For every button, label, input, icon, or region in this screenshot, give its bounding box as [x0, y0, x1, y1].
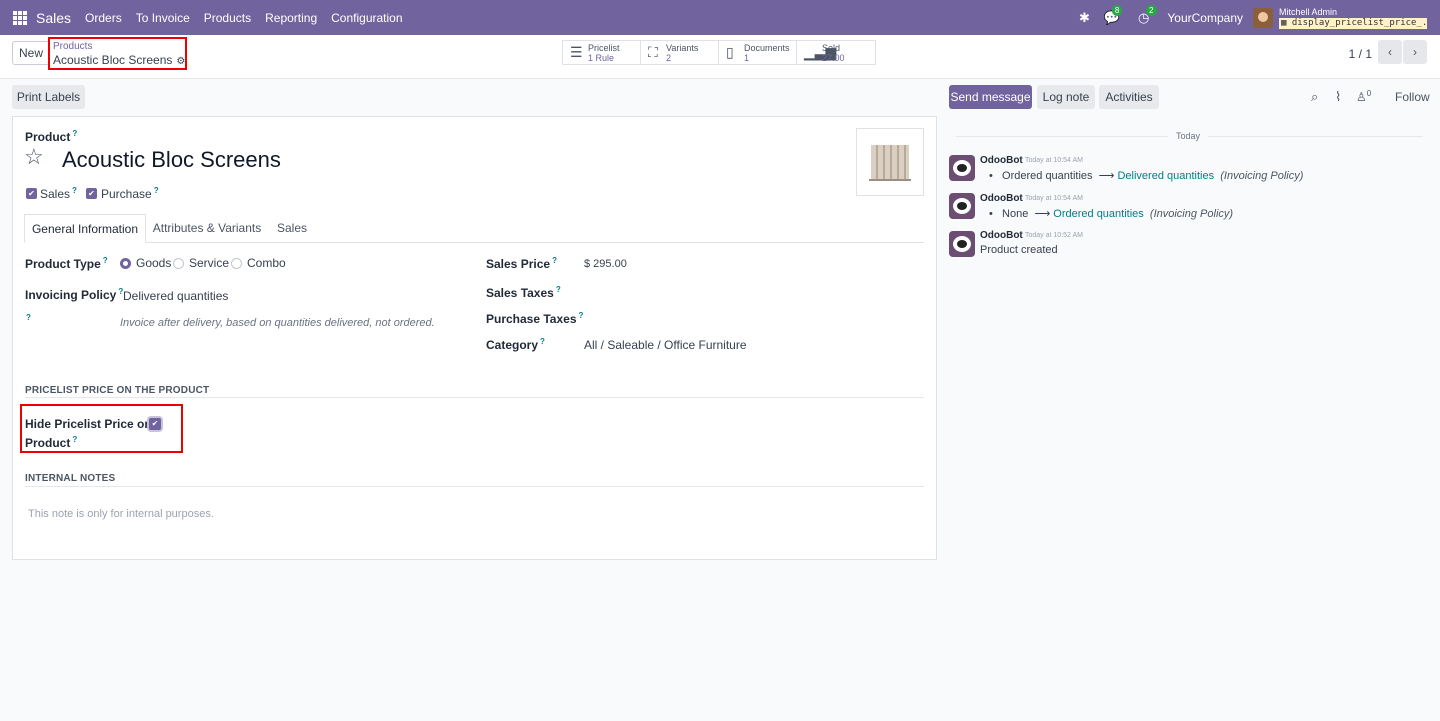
apps-menu-icon[interactable] — [13, 10, 27, 25]
highlight-box-breadcrumb — [48, 37, 187, 70]
company-switcher[interactable]: YourCompany — [1167, 11, 1243, 25]
new-button[interactable]: New — [12, 41, 50, 65]
tab-attributes-variants[interactable]: Attributes & Variants — [146, 214, 268, 243]
product-type-goods-radio[interactable] — [120, 258, 131, 269]
section-divider — [25, 486, 924, 487]
follow-button[interactable]: Follow — [1395, 90, 1430, 104]
smart-buttons: ☰ Pricelist 1 Rule ⛶ Variants 2 ▯ Document… — [562, 40, 876, 65]
product-image[interactable] — [856, 128, 924, 196]
highlight-box-hide-pricelist — [20, 404, 183, 453]
bar-chart-icon: ▁▃▆ — [804, 44, 837, 60]
category-label: Category? — [486, 337, 545, 352]
menu-item-reporting[interactable]: Reporting — [265, 11, 317, 25]
sales-checkbox-label: Sales? — [40, 186, 77, 201]
message-author[interactable]: OdooBot — [980, 193, 1023, 204]
pager-prev-button[interactable]: ‹ — [1378, 40, 1402, 64]
category-field[interactable]: All / Saleable / Office Furniture — [584, 338, 747, 352]
tab-general-information[interactable]: General Information — [24, 214, 146, 243]
log-note-button[interactable]: Log note — [1037, 85, 1095, 109]
smart-button-pricelist[interactable]: ☰ Pricelist 1 Rule — [563, 41, 641, 64]
app-name[interactable]: Sales — [36, 10, 71, 26]
screen-product-icon — [869, 145, 911, 181]
date-separator: Today — [1176, 131, 1201, 141]
message-body: Product created — [980, 244, 1058, 256]
database-name: ▦ display_pricelist_price_... — [1279, 17, 1427, 29]
user-menu[interactable]: Mitchell Admin ▦ display_pricelist_price… — [1279, 7, 1427, 29]
date-separator-line — [956, 136, 1168, 137]
purchase-taxes-field[interactable] — [584, 309, 914, 327]
sales-price-label: Sales Price? — [486, 256, 557, 271]
list-icon: ☰ — [570, 44, 583, 60]
message-author[interactable]: OdooBot — [980, 230, 1023, 241]
followers-icon[interactable]: ♙0 — [1356, 89, 1371, 104]
smart-button-documents[interactable]: ▯ Documents 1 — [719, 41, 797, 64]
odoobot-avatar[interactable] — [949, 231, 975, 257]
main-menu: Orders To Invoice Products Reporting Con… — [78, 11, 410, 25]
product-type-service-radio[interactable] — [173, 258, 184, 269]
product-label: Product? — [25, 129, 78, 144]
user-name: Mitchell Admin — [1279, 6, 1338, 17]
sales-taxes-field[interactable] — [584, 283, 914, 301]
product-type-combo-radio[interactable] — [231, 258, 242, 269]
message-time: Today at 10:54 AM — [1025, 157, 1083, 164]
tab-sales[interactable]: Sales — [268, 214, 316, 243]
smart-button-sold[interactable]: ▁▃▆ Sold 27.00 — [797, 41, 875, 64]
tracking-value: • None ⟶ Ordered quantities (Invoicing P… — [989, 208, 1234, 220]
product-name-field[interactable]: Acoustic Bloc Screens — [62, 147, 281, 173]
pager-value[interactable]: 1 / 1 — [1349, 47, 1372, 61]
product-type-combo-label: Combo — [247, 256, 286, 270]
pricelist-section-title: PRICELIST PRICE ON THE PRODUCT — [25, 385, 210, 396]
print-labels-button[interactable]: Print Labels — [12, 85, 85, 109]
menu-item-orders[interactable]: Orders — [85, 11, 122, 25]
odoobot-avatar[interactable] — [949, 193, 975, 219]
invoicing-policy-label: Invoicing Policy? — [25, 287, 124, 302]
product-type-service-label: Service — [189, 256, 230, 270]
messages-icon[interactable]: 💬 8 — [1104, 4, 1123, 26]
favorite-star-icon[interactable]: ☆ — [24, 144, 44, 170]
sales-price-field[interactable]: $ 295.00 — [584, 258, 627, 270]
menu-item-products[interactable]: Products — [204, 11, 251, 25]
sitemap-icon: ⛶ — [648, 44, 658, 60]
help-icon: ? — [72, 129, 78, 138]
notebook-tabs: General Information Attributes & Variant… — [24, 214, 924, 243]
activities-badge: 2 — [1146, 4, 1157, 16]
file-icon: ▯ — [726, 44, 734, 60]
tracking-value: • Ordered quantities ⟶ Delivered quantit… — [989, 170, 1304, 182]
search-icon[interactable]: ⌕ — [1311, 89, 1318, 105]
invoicing-policy-hint: Invoice after delivery, based on quantit… — [120, 317, 435, 329]
message-time: Today at 10:54 AM — [1025, 195, 1083, 202]
pager-next-button[interactable]: › — [1403, 40, 1427, 64]
paperclip-icon[interactable]: ⌇ — [1335, 89, 1341, 105]
menu-item-to-invoice[interactable]: To Invoice — [136, 11, 190, 25]
invoicing-policy-select[interactable]: Delivered quantities — [123, 289, 228, 303]
followers-count: 0 — [1366, 89, 1372, 98]
section-divider — [25, 397, 924, 398]
help-icon: ? — [26, 313, 31, 322]
sales-checkbox[interactable]: ✔ — [26, 188, 37, 199]
smart-button-variants[interactable]: ⛶ Variants 2 — [641, 41, 719, 64]
internal-notes-field[interactable]: This note is only for internal purposes. — [28, 508, 214, 520]
bug-icon[interactable]: ✱ — [1079, 10, 1090, 26]
odoobot-avatar[interactable] — [949, 155, 975, 181]
activities-button[interactable]: Activities — [1099, 85, 1159, 109]
control-panel: New Products Acoustic Bloc Screens ⚙ ☰ Pr… — [0, 35, 1440, 79]
message-author[interactable]: OdooBot — [980, 155, 1023, 166]
date-separator-line — [1208, 136, 1423, 137]
messages-badge: 8 — [1111, 4, 1123, 16]
purchase-checkbox[interactable]: ✔ — [86, 188, 97, 199]
send-message-button[interactable]: Send message — [949, 85, 1032, 109]
product-form-sheet: Product? ☆ Acoustic Bloc Screens ✔ Sales… — [12, 116, 937, 560]
product-type-label: Product Type? — [25, 256, 108, 271]
menu-item-configuration[interactable]: Configuration — [331, 11, 402, 25]
internal-notes-section-title: INTERNAL NOTES — [25, 473, 116, 484]
activities-clock-icon[interactable]: ◷ 2 — [1138, 4, 1157, 26]
purchase-checkbox-label: Purchase? — [101, 186, 159, 201]
message-time: Today at 10:52 AM — [1025, 232, 1083, 239]
top-navbar: Sales Orders To Invoice Products Reporti… — [0, 0, 1440, 35]
purchase-taxes-label: Purchase Taxes? — [486, 311, 584, 326]
product-type-goods-label: Goods — [136, 256, 172, 270]
sales-taxes-label: Sales Taxes? — [486, 285, 561, 300]
user-avatar[interactable] — [1253, 7, 1273, 28]
